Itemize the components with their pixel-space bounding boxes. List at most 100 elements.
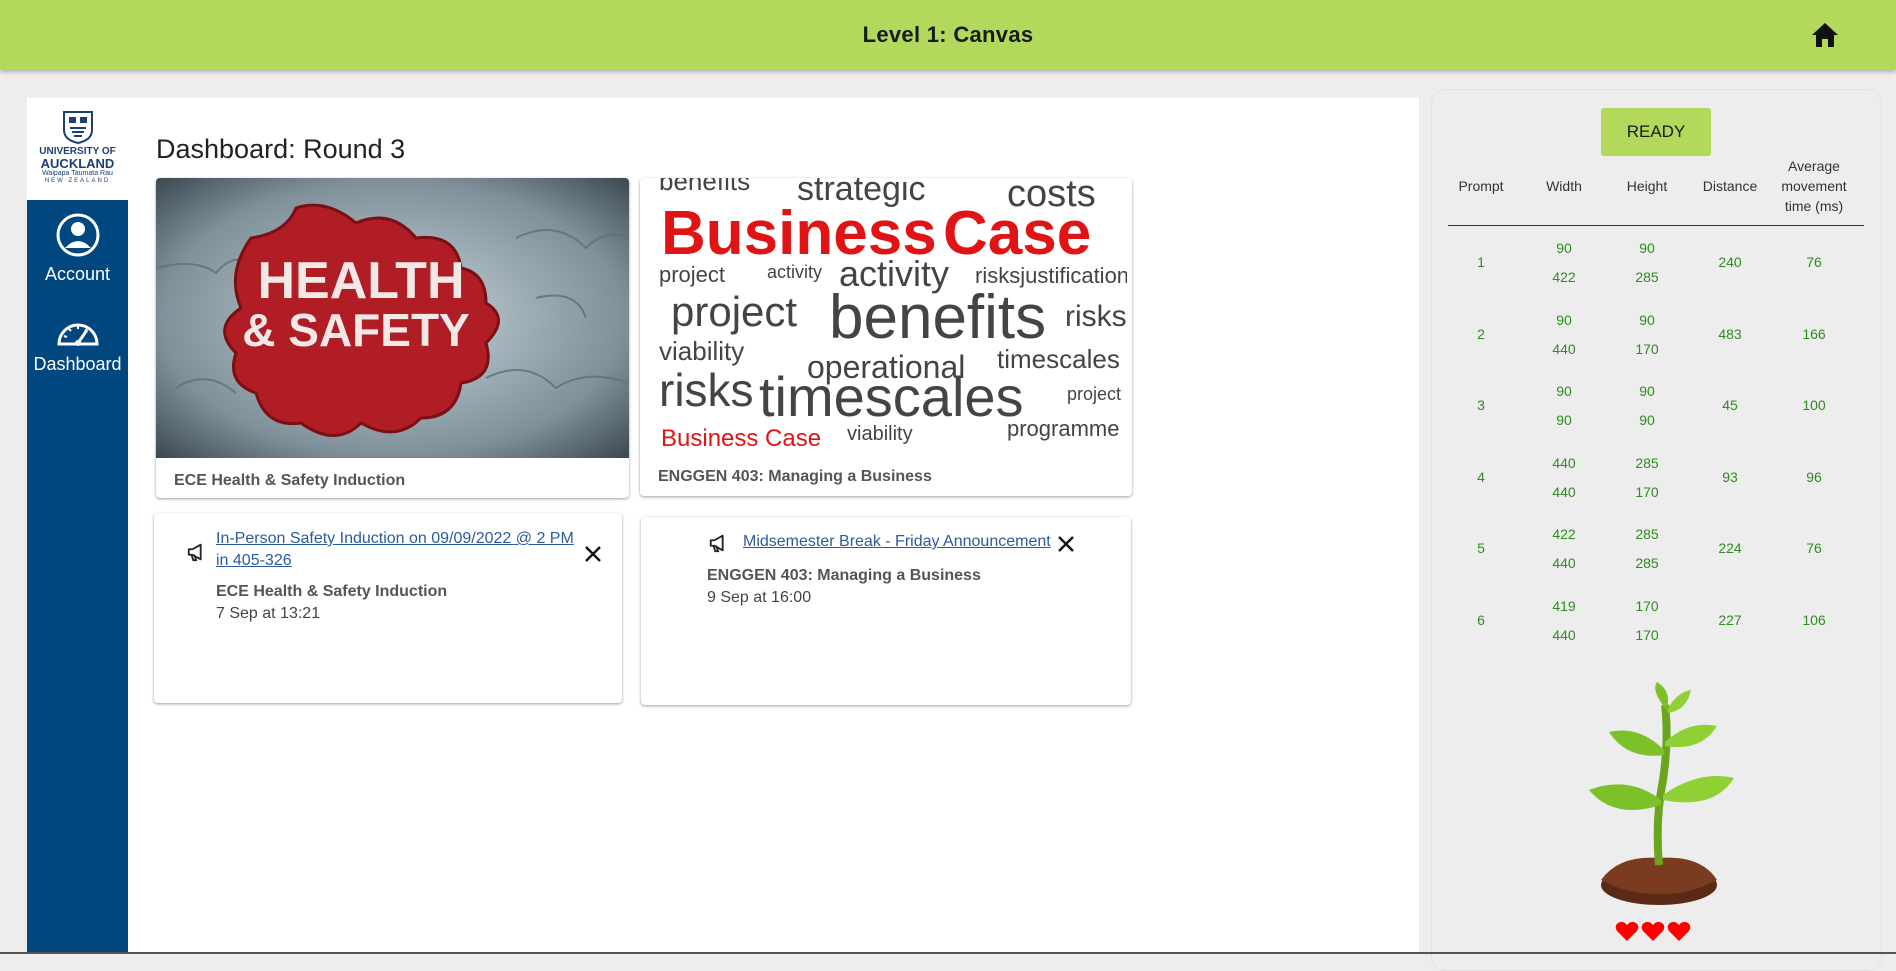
column-header-width: Width: [1546, 178, 1582, 194]
cell-prompt: 5: [1477, 540, 1485, 556]
crest-icon: [62, 111, 93, 144]
megaphone-icon: [187, 543, 202, 562]
ready-button[interactable]: READY: [1601, 108, 1711, 156]
cell-height-b: 170: [1635, 483, 1659, 500]
cell-width-b: 440: [1552, 483, 1576, 500]
heart-icon: [1667, 921, 1691, 941]
announcement-card-1: In-Person Safety Induction on 09/09/2022…: [154, 513, 622, 703]
sidebar-item-label: Dashboard: [33, 354, 122, 374]
sidebar-item-dashboard[interactable]: Dashboard: [27, 318, 128, 375]
cell-width-a: 90: [1556, 311, 1572, 328]
svg-text:viability: viability: [659, 336, 744, 366]
announcement-time: 7 Sep at 13:21: [216, 605, 321, 622]
cell-avg-time: 76: [1806, 540, 1822, 556]
announcement-card-2: Midsemester Break - Friday Announcement …: [641, 517, 1131, 705]
nav-bar: Account Dashboard: [27, 200, 128, 954]
cell-height-b: 170: [1635, 340, 1659, 357]
cell-height-a: 285: [1635, 526, 1659, 542]
cell-width-b: 440: [1552, 555, 1576, 571]
university-logo[interactable]: UNIVERSITY OF AUCKLAND Waipapa Taumata R…: [27, 110, 128, 198]
cell-avg-time: 100: [1802, 397, 1826, 413]
svg-text:project: project: [659, 262, 725, 287]
course-card-health-safety[interactable]: HEALTH & SAFETY ECE Health & Safety Indu…: [156, 178, 629, 498]
course-card-enggen403[interactable]: benefits strategic costs Business Case p…: [640, 178, 1132, 496]
cell-distance: 224: [1718, 540, 1742, 556]
cell-height-a: 90: [1639, 311, 1655, 328]
course-image-business-case: benefits strategic costs Business Case p…: [657, 178, 1127, 453]
account-icon: [56, 213, 99, 257]
course-card-title: ECE Health & Safety Induction: [174, 472, 406, 489]
announcement-title-line-1[interactable]: In-Person Safety Induction on 09/09/2022…: [216, 528, 574, 550]
announcement-title-line-2[interactable]: in 405-326: [216, 550, 574, 572]
home-button[interactable]: [1808, 18, 1842, 52]
svg-text:viability: viability: [847, 423, 913, 445]
cell-prompt: 6: [1477, 611, 1485, 628]
svg-text:project: project: [671, 288, 797, 335]
announcement-course: ENGGEN 403: Managing a Business: [707, 567, 981, 584]
sidebar-item-label: Account: [44, 264, 111, 284]
dashboard-title: Dashboard: Round 3: [156, 134, 406, 164]
logo-line-3: Waipapa Taumata Rau: [42, 170, 113, 177]
logo-line-2: AUCKLAND: [40, 156, 115, 171]
cell-height-b: 285: [1635, 269, 1659, 285]
sidebar-item-account[interactable]: Account: [27, 212, 128, 285]
svg-text:activity: activity: [767, 262, 822, 282]
close-icon[interactable]: [582, 543, 604, 565]
dashboard-icon: [56, 323, 99, 346]
cell-prompt: 3: [1477, 397, 1485, 413]
cell-height-b: 170: [1635, 626, 1659, 643]
cell-avg-time: 106: [1802, 611, 1826, 628]
svg-text:benefits: benefits: [659, 178, 750, 196]
cell-avg-time: 166: [1802, 325, 1826, 342]
svg-text:Case: Case: [943, 199, 1091, 268]
announcement-course: ECE Health & Safety Induction: [216, 583, 448, 600]
page-header-title: Level 1: Canvas: [862, 22, 1034, 47]
cell-prompt: 1: [1477, 254, 1485, 270]
cell-height-a: 90: [1639, 383, 1655, 399]
top-bar: Level 1: Canvas: [0, 0, 1896, 70]
cell-width-b: 440: [1552, 626, 1576, 643]
course-card-title: ENGGEN 403: Managing a Business: [658, 468, 932, 485]
svg-text:project: project: [1067, 384, 1121, 404]
cell-width-b: 440: [1552, 340, 1576, 357]
cell-width-a: 90: [1556, 240, 1572, 256]
heart-icon: [1615, 921, 1639, 941]
cell-width-b: 90: [1556, 412, 1572, 428]
lives-indicator: [1615, 920, 1691, 942]
home-icon: [1812, 23, 1838, 47]
announcement-link[interactable]: Midsemester Break - Friday Announcement: [743, 531, 1051, 553]
health-safety-image-text-1: HEALTH: [257, 252, 464, 310]
logo-line-4: NEW ZEALAND: [44, 178, 111, 184]
main-panel: UNIVERSITY OF AUCKLAND Waipapa Taumata R…: [27, 98, 1419, 954]
table-divider: [1448, 225, 1864, 226]
plant-icon: [1589, 682, 1734, 905]
column-header-prompt: Prompt: [1458, 178, 1504, 194]
cell-width-a: 440: [1552, 454, 1576, 471]
cell-height-a: 170: [1635, 597, 1659, 614]
cell-width-a: 90: [1556, 383, 1572, 399]
cell-avg-time: 76: [1806, 254, 1822, 270]
cell-avg-time: 96: [1806, 468, 1822, 485]
cell-height-a: 90: [1639, 240, 1655, 256]
cell-distance: 240: [1718, 254, 1742, 270]
announcement-link[interactable]: In-Person Safety Induction on 09/09/2022…: [216, 528, 574, 572]
svg-text:programme: programme: [1007, 416, 1119, 441]
cell-distance: 93: [1722, 468, 1738, 485]
close-icon[interactable]: [1055, 533, 1077, 555]
svg-text:risks: risks: [659, 364, 754, 416]
column-header-avg-time: Average movement time (ms): [1781, 158, 1847, 214]
cell-distance: 227: [1718, 611, 1742, 628]
cell-prompt: 2: [1477, 325, 1485, 342]
svg-text:benefits: benefits: [829, 283, 1046, 352]
megaphone-icon: [709, 534, 724, 553]
course-image-health-safety: HEALTH & SAFETY: [156, 178, 629, 458]
cell-height-b: 285: [1635, 555, 1659, 571]
health-safety-image-text-2: & SAFETY: [242, 304, 469, 356]
cell-width-a: 419: [1552, 597, 1576, 614]
results-panel: READY Prompt Width Height Distance Avera…: [1431, 89, 1882, 971]
cell-width-b: 422: [1552, 269, 1576, 285]
cell-width-a: 422: [1552, 526, 1576, 542]
cell-height-b: 90: [1639, 412, 1655, 428]
svg-text:risks: risks: [1065, 300, 1127, 333]
heart-icon: [1641, 921, 1665, 941]
